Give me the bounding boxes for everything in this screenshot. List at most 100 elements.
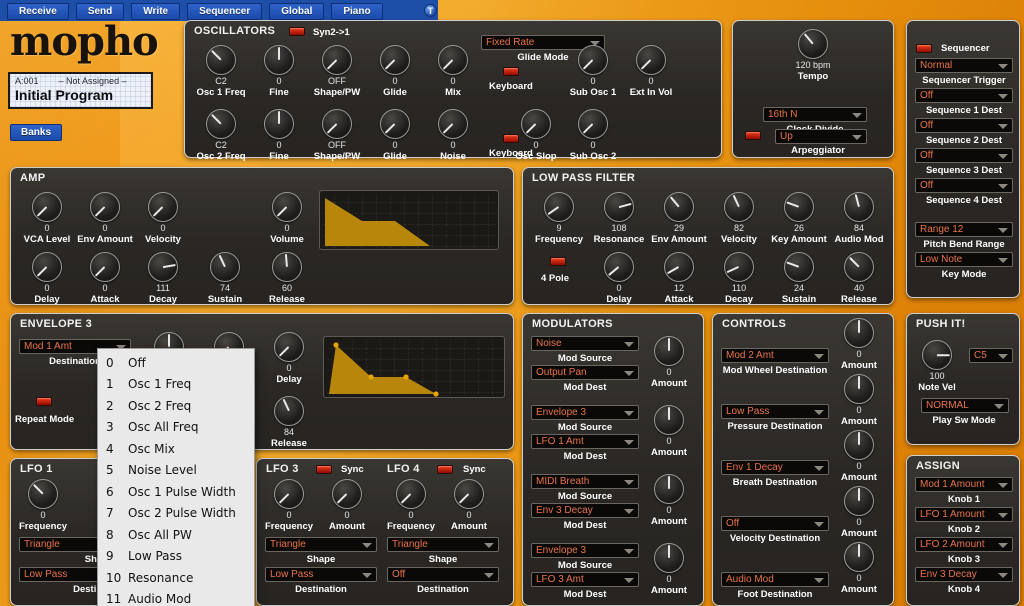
- knob-osc1-shape-pw[interactable]: OFF Shape/PW: [309, 45, 365, 98]
- lfo3-sync-led[interactable]: [316, 465, 332, 474]
- key-mode-dropdown[interactable]: Low Note: [915, 252, 1013, 267]
- knob-lpf-audio-mod[interactable]: 84 Audio Mod: [831, 192, 887, 245]
- knob-env3-delay[interactable]: 0 Delay: [261, 332, 317, 385]
- popup-menu-item[interactable]: 8 Osc All PW: [98, 524, 254, 546]
- mod-wheel-destination-dropdown[interactable]: Mod 2 Amt: [721, 348, 829, 363]
- mod4-source-dropdown[interactable]: Envelope 3: [531, 543, 639, 558]
- knob-lpf-env-amount[interactable]: 29 Env Amount: [651, 192, 707, 245]
- knob-tempo[interactable]: 120 bpm Tempo: [785, 29, 841, 82]
- knob-velocity-amount[interactable]: 0 Amount: [831, 486, 887, 539]
- knob-lpf-delay[interactable]: 0 Delay: [591, 252, 647, 305]
- knob-lpf-decay[interactable]: 110 Decay: [711, 252, 767, 305]
- knob-noise[interactable]: 0 Noise: [425, 109, 481, 162]
- push-it-note-dropdown[interactable]: C5: [969, 348, 1013, 363]
- knob-mod1-amount[interactable]: 0 Amount: [641, 336, 697, 389]
- toolbar-button-piano[interactable]: Piano: [331, 3, 383, 20]
- pitch-bend-range-dropdown[interactable]: Range 12: [915, 222, 1013, 237]
- lfo4-shape-dropdown[interactable]: Triangle: [387, 537, 499, 552]
- program-display[interactable]: A:001 – Not Assigned – Initial Program: [8, 72, 153, 109]
- mod1-source-dropdown[interactable]: Noise: [531, 336, 639, 351]
- knob-osc1-glide[interactable]: 0 Glide: [367, 45, 423, 98]
- toolbar-button-receive[interactable]: Receive: [7, 3, 69, 20]
- popup-menu-item[interactable]: 5 Noise Level: [98, 460, 254, 482]
- pressure-destination-dropdown[interactable]: Low Pass: [721, 404, 829, 419]
- knob3-assign-dropdown[interactable]: LFO 2 Amount: [915, 537, 1013, 552]
- mod4-dest-dropdown[interactable]: LFO 3 Amt: [531, 572, 639, 587]
- popup-menu-item[interactable]: 10 Resonance: [98, 567, 254, 589]
- knob-lfo4-amount[interactable]: 0 Amount: [441, 479, 497, 532]
- knob-breath-amount[interactable]: 0 Amount: [831, 430, 887, 483]
- knob1-assign-dropdown[interactable]: Mod 1 Amount: [915, 477, 1013, 492]
- sequence-4-dest-dropdown[interactable]: Off: [915, 178, 1013, 193]
- knob-lpf-frequency[interactable]: 9 Frequency: [531, 192, 587, 245]
- knob-osc2-shape-pw[interactable]: OFF Shape/PW: [309, 109, 365, 162]
- lfo4-destination-dropdown[interactable]: Off: [387, 567, 499, 582]
- toolbar-button-send[interactable]: Send: [75, 3, 125, 20]
- knob-mod3-amount[interactable]: 0 Amount: [641, 474, 697, 527]
- info-circle-icon[interactable]: T: [424, 4, 437, 17]
- knob-amp-decay[interactable]: 111 Decay: [135, 252, 191, 305]
- lfo3-shape-dropdown[interactable]: Triangle: [265, 537, 377, 552]
- sequence-2-dest-dropdown[interactable]: Off: [915, 118, 1013, 133]
- knob-lfo3-frequency[interactable]: 0 Frequency: [261, 479, 317, 532]
- knob-lpf-key-amount[interactable]: 26 Key Amount: [771, 192, 827, 245]
- popup-menu-item[interactable]: 1 Osc 1 Freq: [98, 374, 254, 396]
- knob-osc-mix[interactable]: 0 Mix: [425, 45, 481, 98]
- repeat-mode-led[interactable]: [36, 397, 52, 406]
- knob-note-vel[interactable]: 100 Note Vel: [909, 340, 965, 393]
- knob-lfo4-frequency[interactable]: 0 Frequency: [383, 479, 439, 532]
- knob-amp-delay[interactable]: 0 Delay: [19, 252, 75, 305]
- popup-menu-item[interactable]: 11 Audio Mod: [98, 589, 254, 606]
- knob-foot-amount[interactable]: 0 Amount: [831, 542, 887, 595]
- knob-lfo1-frequency[interactable]: 0 Frequency: [15, 479, 71, 532]
- knob-lpf-velocity[interactable]: 82 Velocity: [711, 192, 767, 245]
- knob-osc2-glide[interactable]: 0 Glide: [367, 109, 423, 162]
- breath-destination-dropdown[interactable]: Env 1 Decay: [721, 460, 829, 475]
- four-pole-led[interactable]: [550, 257, 566, 266]
- knob-vca-level[interactable]: 0 VCA Level: [19, 192, 75, 245]
- toolbar-button-global[interactable]: Global: [269, 3, 325, 20]
- mod2-dest-dropdown[interactable]: LFO 1 Amt: [531, 434, 639, 449]
- popup-menu-item[interactable]: 4 Osc Mix: [98, 438, 254, 460]
- knob-lpf-sustain[interactable]: 24 Sustain: [771, 252, 827, 305]
- destination-popup-menu[interactable]: 0 Off 1 Osc 1 Freq 2 Osc 2 Freq 3 Osc Al…: [97, 348, 255, 606]
- knob-mod-wheel-amount[interactable]: 0 Amount: [831, 318, 887, 371]
- knob-lpf-attack[interactable]: 12 Attack: [651, 252, 707, 305]
- popup-menu-item[interactable]: 6 Osc 1 Pulse Width: [98, 481, 254, 503]
- clock-divide-dropdown[interactable]: 16th N: [763, 107, 867, 122]
- knob-amp-velocity[interactable]: 0 Velocity: [135, 192, 191, 245]
- popup-menu-item[interactable]: 0 Off: [98, 352, 254, 374]
- mod2-source-dropdown[interactable]: Envelope 3: [531, 405, 639, 420]
- arpeggiator-dropdown[interactable]: Up: [775, 129, 867, 144]
- knob-amp-sustain[interactable]: 74 Sustain: [197, 252, 253, 305]
- knob-osc2-freq[interactable]: C2 Osc 2 Freq: [193, 109, 249, 162]
- knob-sub-osc-2[interactable]: 0 Sub Osc 2: [565, 109, 621, 162]
- popup-menu-item[interactable]: 9 Low Pass: [98, 546, 254, 568]
- toolbar-button-write[interactable]: Write: [131, 3, 181, 20]
- knob-mod4-amount[interactable]: 0 Amount: [641, 543, 697, 596]
- knob-volume[interactable]: 0 Volume: [259, 192, 315, 245]
- knob4-assign-dropdown[interactable]: Env 3 Decay: [915, 567, 1013, 582]
- arpeggiator-led[interactable]: [745, 131, 761, 140]
- lfo4-sync-led[interactable]: [437, 465, 453, 474]
- sequencer-led[interactable]: [916, 44, 932, 53]
- mod1-dest-dropdown[interactable]: Output Pan: [531, 365, 639, 380]
- knob-amp-release[interactable]: 60 Release: [259, 252, 315, 305]
- knob-osc1-fine[interactable]: 0 Fine: [251, 45, 307, 98]
- sequencer-trigger-dropdown[interactable]: Normal: [915, 58, 1013, 73]
- osc-sync-led[interactable]: [289, 27, 305, 36]
- play-sw-mode-dropdown[interactable]: NORMAL: [921, 398, 1009, 413]
- knob-lfo3-amount[interactable]: 0 Amount: [319, 479, 375, 532]
- knob-lpf-resonance[interactable]: 108 Resonance: [591, 192, 647, 245]
- knob-env3-release[interactable]: 84 Release: [261, 396, 317, 449]
- foot-destination-dropdown[interactable]: Audio Mod: [721, 572, 829, 587]
- knob-mod2-amount[interactable]: 0 Amount: [641, 405, 697, 458]
- lfo3-destination-dropdown[interactable]: Low Pass: [265, 567, 377, 582]
- popup-menu-item[interactable]: 2 Osc 2 Freq: [98, 395, 254, 417]
- toolbar-button-sequencer[interactable]: Sequencer: [187, 3, 263, 20]
- sequence-1-dest-dropdown[interactable]: Off: [915, 88, 1013, 103]
- knob-ext-in-vol[interactable]: 0 Ext In Vol: [623, 45, 679, 98]
- knob-pressure-amount[interactable]: 0 Amount: [831, 374, 887, 427]
- mod3-source-dropdown[interactable]: MIDI Breath: [531, 474, 639, 489]
- keyboard-led-1[interactable]: [503, 67, 519, 76]
